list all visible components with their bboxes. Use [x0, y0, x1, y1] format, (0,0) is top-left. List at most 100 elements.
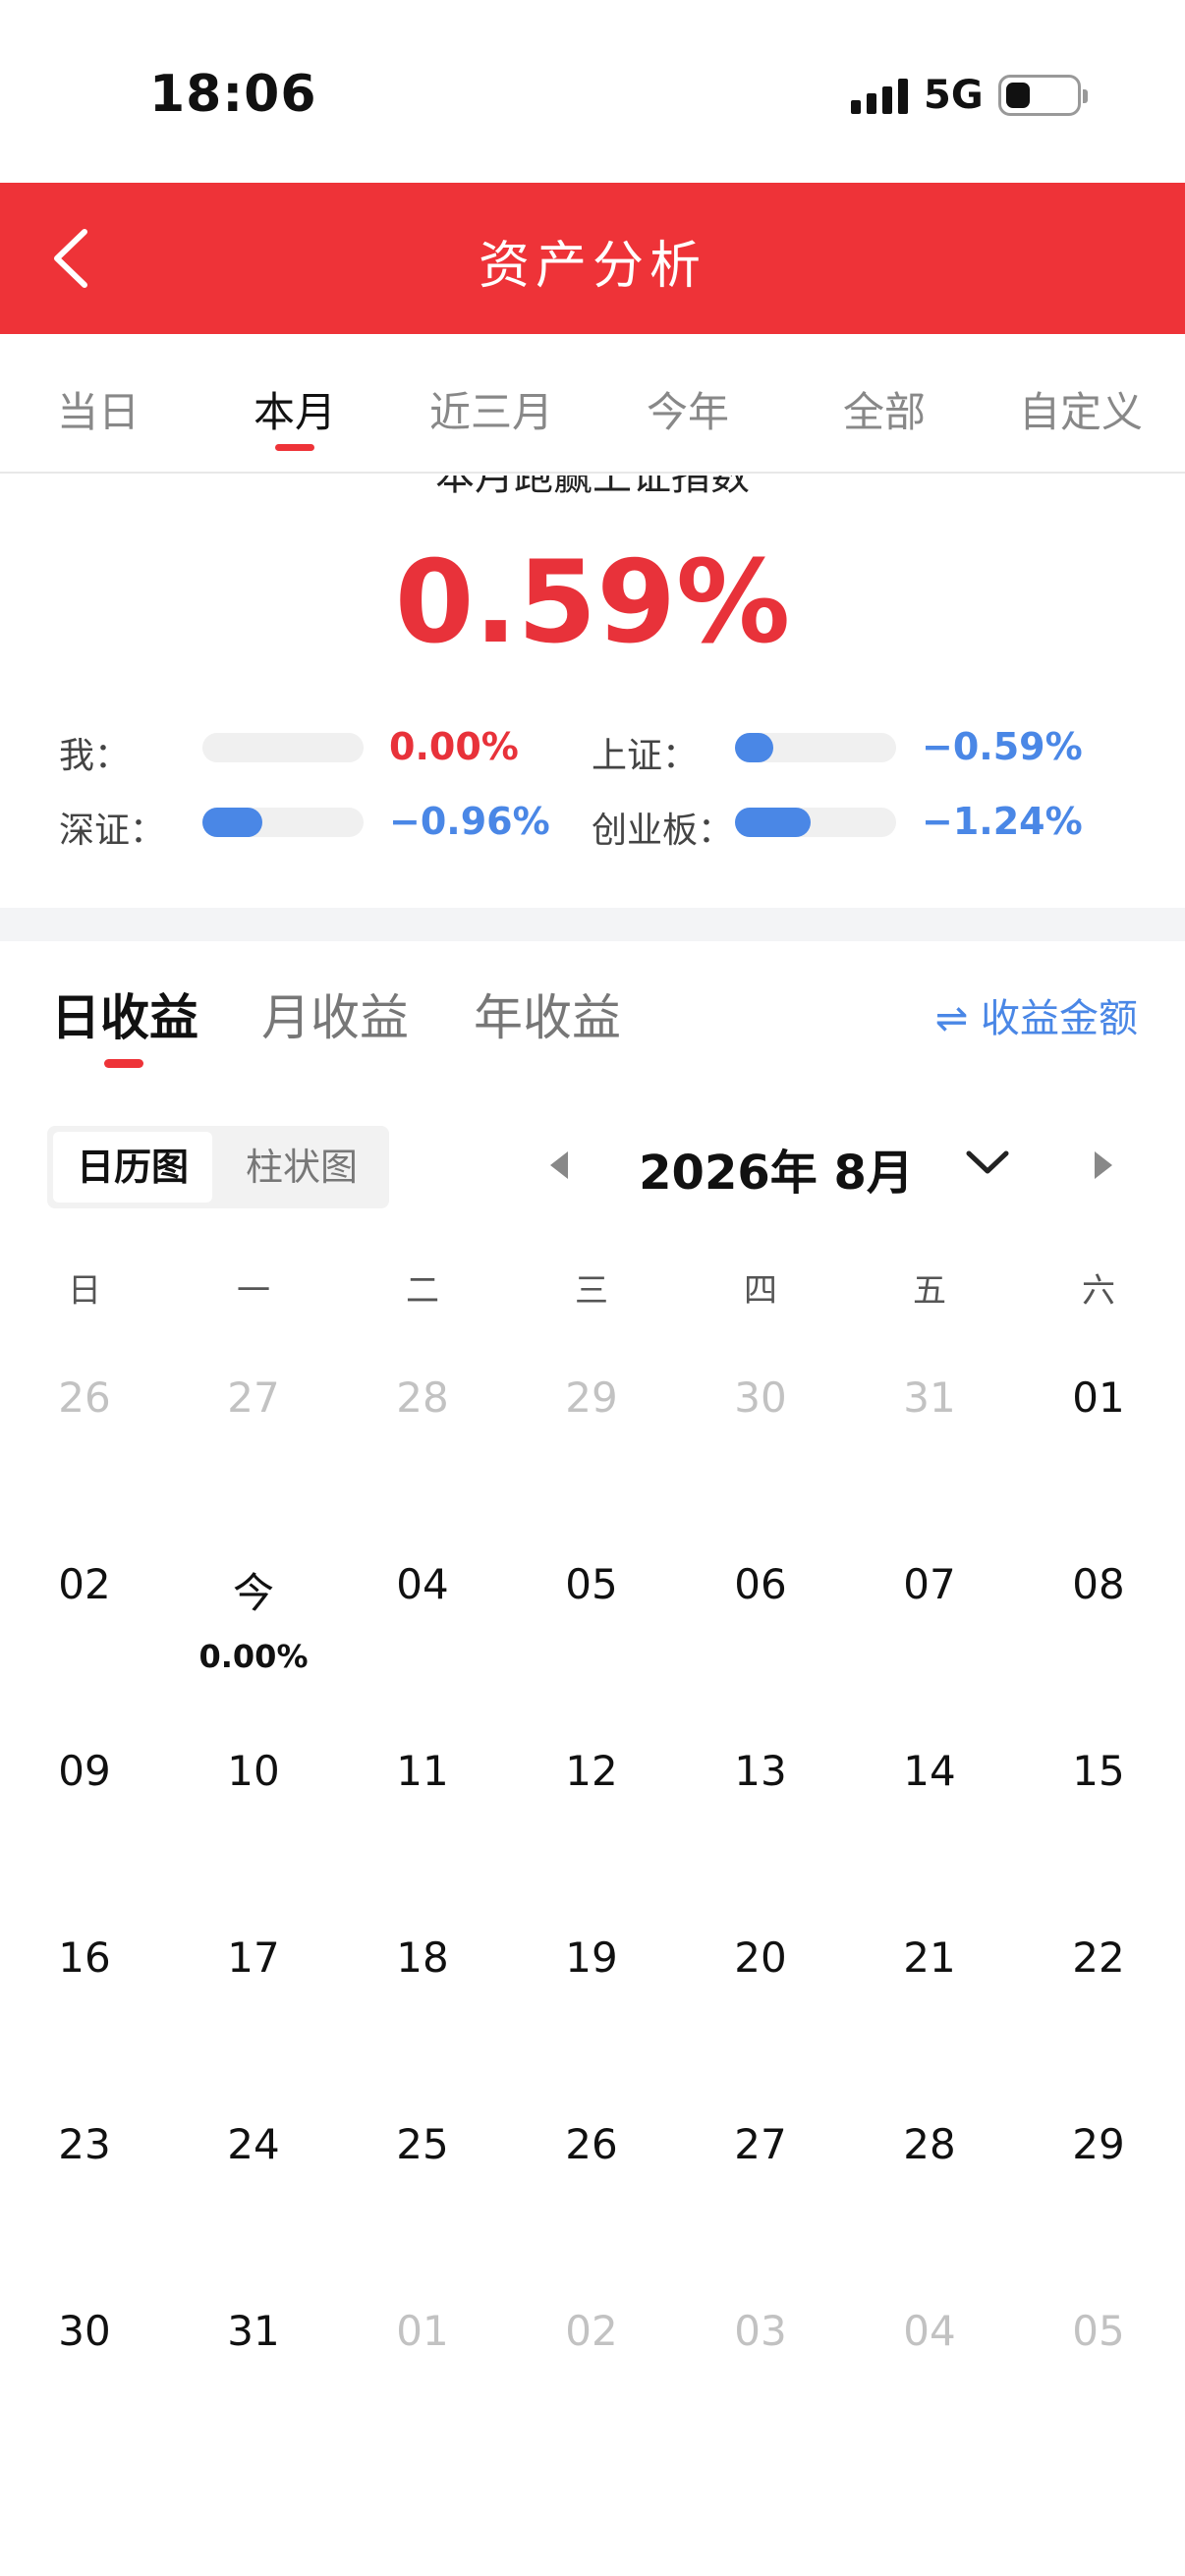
app-header: 资产分析: [0, 183, 1185, 334]
compare-track: [202, 733, 364, 762]
weekday-label: 五: [913, 1271, 946, 1311]
outperform-value: 0.59%: [394, 536, 791, 669]
tab-all[interactable]: 全部: [786, 379, 983, 439]
weekday-label: 四: [744, 1271, 777, 1311]
calendar-day[interactable]: 14: [845, 1747, 1014, 1795]
day-number: 17: [227, 1933, 280, 1982]
chevron-down-icon[interactable]: [963, 1146, 1012, 1179]
day-number: 11: [396, 1747, 449, 1795]
calendar-day[interactable]: 31: [845, 1373, 1014, 1422]
calendar-day[interactable]: 31: [169, 2307, 338, 2355]
day-number: 15: [1072, 1747, 1125, 1795]
calendar-day[interactable]: 17: [169, 1933, 338, 1982]
day-number: 10: [227, 1747, 280, 1795]
bar-view-button[interactable]: 柱状图: [222, 1132, 381, 1203]
day-number: 07: [903, 1560, 956, 1608]
calendar-day[interactable]: 21: [845, 1933, 1014, 1982]
tab-yearly-income[interactable]: 年收益: [474, 979, 621, 1049]
weekday-label: 一: [237, 1271, 270, 1311]
next-month-icon[interactable]: [1095, 1151, 1112, 1179]
tab-monthly-income[interactable]: 月收益: [261, 979, 409, 1049]
calendar-view-button[interactable]: 日历图: [53, 1132, 212, 1203]
calendar-day[interactable]: 05: [1014, 2307, 1183, 2355]
page-title: 资产分析: [478, 237, 706, 296]
calendar-day[interactable]: 23: [0, 2120, 169, 2168]
calendar-day[interactable]: 02: [507, 2307, 676, 2355]
compare-label: 上证：: [592, 736, 699, 776]
day-number: 27: [227, 1373, 280, 1422]
calendar-day[interactable]: 28: [845, 2120, 1014, 2168]
calendar-day[interactable]: 22: [1014, 1933, 1183, 1982]
calendar-day[interactable]: 30: [0, 2307, 169, 2355]
calendar-day[interactable]: 12: [507, 1747, 676, 1795]
day-number: 28: [396, 1373, 449, 1422]
calendar-day[interactable]: 04: [845, 2307, 1014, 2355]
calendar-day[interactable]: 10: [169, 1747, 338, 1795]
day-number: 09: [58, 1747, 111, 1795]
day-number: 23: [58, 2120, 111, 2168]
tab-this-month[interactable]: 本月: [197, 379, 393, 451]
income-tabs: 日收益 月收益 年收益 ⇌ 收益金额: [0, 941, 1185, 1079]
tab-three-months[interactable]: 近三月: [393, 379, 590, 439]
calendar-day-today[interactable]: 今 0.00%: [169, 1560, 338, 1675]
calendar-day[interactable]: 15: [1014, 1747, 1183, 1795]
calendar-day[interactable]: 30: [676, 1373, 845, 1422]
calendar-day[interactable]: 27: [676, 2120, 845, 2168]
calendar-day[interactable]: 13: [676, 1747, 845, 1795]
day-number: 05: [1072, 2307, 1125, 2355]
day-number: 21: [903, 1933, 956, 1982]
calendar-day[interactable]: 18: [338, 1933, 507, 1982]
month-label[interactable]: 2026年 8月: [629, 1134, 924, 1203]
weekday-header: 日 一 二 三 四 五 六: [0, 1263, 1185, 1313]
calendar-day[interactable]: 08: [1014, 1560, 1183, 1608]
compare-track: [735, 733, 896, 762]
tab-daily-income[interactable]: 日收益: [51, 979, 198, 1049]
day-number: 今: [232, 1569, 274, 1617]
weekday-label: 二: [406, 1271, 439, 1311]
tab-this-year[interactable]: 今年: [590, 379, 786, 439]
calendar-day[interactable]: 26: [0, 1373, 169, 1422]
calendar-day[interactable]: 05: [507, 1560, 676, 1608]
calendar-day[interactable]: 27: [169, 1373, 338, 1422]
day-number: 01: [1072, 1373, 1125, 1422]
clock: 18:06: [149, 65, 317, 124]
calendar-day[interactable]: 11: [338, 1747, 507, 1795]
calendar-day[interactable]: 04: [338, 1560, 507, 1608]
tab-today[interactable]: 当日: [0, 379, 197, 439]
section-divider: [0, 908, 1185, 941]
prev-month-icon[interactable]: [550, 1151, 568, 1179]
compare-value: −0.59%: [922, 725, 1083, 768]
calendar-day[interactable]: 29: [507, 1373, 676, 1422]
cellular-signal-icon: [851, 79, 908, 114]
compare-label: 创业板：: [592, 811, 734, 851]
amount-toggle-button[interactable]: ⇌ 收益金额: [935, 986, 1138, 1043]
calendar-day[interactable]: 19: [507, 1933, 676, 1982]
calendar-day[interactable]: 24: [169, 2120, 338, 2168]
compare-fill: [735, 733, 774, 762]
day-number: 19: [565, 1933, 618, 1982]
calendar-day[interactable]: 09: [0, 1747, 169, 1795]
calendar-day[interactable]: 28: [338, 1373, 507, 1422]
tab-custom[interactable]: 自定义: [983, 379, 1179, 439]
day-number: 06: [734, 1560, 787, 1608]
day-number: 01: [396, 2307, 449, 2355]
calendar-day[interactable]: 20: [676, 1933, 845, 1982]
calendar-day[interactable]: 29: [1014, 2120, 1183, 2168]
calendar-day[interactable]: 25: [338, 2120, 507, 2168]
day-number: 28: [903, 2120, 956, 2168]
period-tabs: 当日 本月 近三月 今年 全部 自定义: [0, 334, 1185, 474]
calendar-day[interactable]: 07: [845, 1560, 1014, 1608]
calendar-day[interactable]: 16: [0, 1933, 169, 1982]
calendar-day[interactable]: 01: [338, 2307, 507, 2355]
calendar-day[interactable]: 02: [0, 1560, 169, 1608]
calendar-day[interactable]: 26: [507, 2120, 676, 2168]
day-number: 30: [734, 1373, 787, 1422]
day-number: 02: [565, 2307, 618, 2355]
day-number: 31: [903, 1373, 956, 1422]
day-number: 04: [396, 1560, 449, 1608]
day-number: 29: [1072, 2120, 1125, 2168]
weekday-label: 日: [68, 1271, 101, 1311]
calendar-day[interactable]: 01: [1014, 1373, 1183, 1422]
calendar-day[interactable]: 03: [676, 2307, 845, 2355]
calendar-day[interactable]: 06: [676, 1560, 845, 1608]
